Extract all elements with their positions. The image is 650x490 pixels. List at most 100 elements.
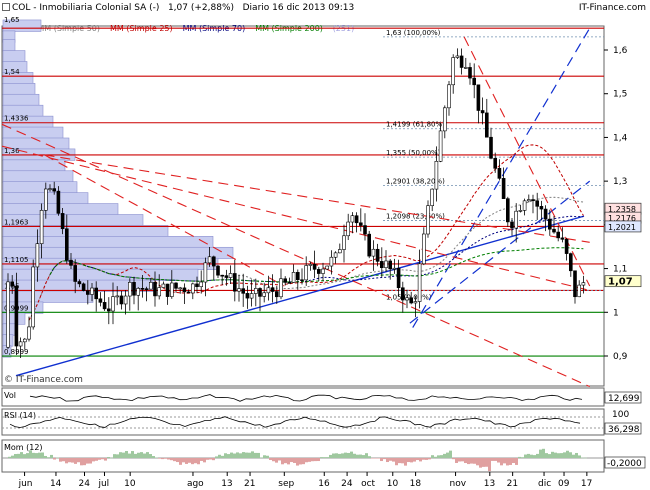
candle-body (22, 338, 27, 343)
momentum-bar (485, 458, 488, 467)
candle-body (493, 157, 498, 169)
momentum-bar (563, 452, 566, 458)
momentum-bar (179, 458, 182, 465)
momentum-bar (206, 458, 209, 460)
candle-body (350, 215, 355, 223)
candle-body (237, 288, 241, 292)
candle-body (560, 237, 565, 240)
candle-body (442, 107, 447, 132)
momentum-bar (377, 458, 380, 459)
momentum-bar (170, 458, 173, 461)
candle-body (321, 268, 325, 274)
momentum-bar (224, 453, 227, 458)
candle-body (195, 283, 199, 288)
candle-body (388, 260, 393, 270)
candle-body (10, 281, 14, 287)
candle-body (325, 265, 330, 270)
x-tick-label: ago (187, 479, 204, 489)
y-tick-label: 1 (613, 308, 619, 318)
momentum-bar (518, 456, 521, 458)
momentum-bar (533, 455, 536, 458)
momentum-bar (353, 453, 356, 458)
candle-body (178, 287, 182, 290)
candle-body (6, 281, 10, 348)
candle-body (174, 282, 178, 289)
candle-body (400, 287, 405, 301)
candle-body (480, 110, 485, 114)
candle-body (48, 188, 52, 190)
candle-body (115, 295, 119, 298)
candle-body (52, 188, 57, 192)
candle-body (258, 288, 262, 297)
candle-body (300, 279, 304, 282)
momentum-title: Mom (12) (4, 443, 43, 452)
momentum-bar (476, 458, 479, 466)
momentum-bar (332, 453, 335, 458)
candle-body (65, 228, 69, 261)
candle-body (119, 295, 124, 305)
level-label: 1,355 (50,00%) (386, 149, 441, 157)
candle-body (543, 208, 548, 220)
volume-profile-bar (2, 159, 66, 172)
candle-body (123, 295, 128, 305)
x-tick-label: jul (97, 479, 109, 489)
momentum-bar (374, 458, 377, 459)
candle-body (60, 213, 65, 230)
momentum-bar (71, 458, 74, 463)
volume-profile-bar (2, 126, 64, 139)
momentum-bar (80, 458, 83, 466)
momentum-bar (23, 454, 26, 458)
momentum-bar (434, 456, 437, 458)
candle-body (153, 281, 157, 297)
candle-body (505, 198, 510, 223)
momentum-bar (203, 458, 206, 463)
candle-body (224, 275, 229, 278)
candle-body (279, 278, 283, 298)
momentum-bar (581, 457, 584, 459)
candle-body (144, 288, 149, 290)
candle-body (384, 260, 388, 269)
candle-body (476, 84, 481, 111)
momentum-bar (83, 458, 86, 466)
momentum-bar (347, 452, 350, 458)
momentum-bar (299, 458, 302, 465)
momentum-bar (455, 458, 458, 463)
momentum-bar (65, 458, 68, 464)
candle-body (375, 248, 380, 262)
volume-profile-bar (2, 170, 74, 183)
momentum-bar (335, 453, 338, 458)
candle-body (426, 205, 430, 235)
momentum-bar (41, 452, 44, 458)
candle-body (241, 288, 245, 294)
x-tick-label: 10 (124, 479, 136, 489)
momentum-bar (344, 452, 347, 458)
candle-body (56, 190, 61, 214)
candle-body (212, 256, 216, 267)
momentum-bar (584, 457, 587, 459)
candle-body (182, 287, 187, 293)
momentum-bar (131, 451, 134, 458)
momentum-bar (77, 458, 80, 463)
momentum-bar (317, 458, 320, 462)
level-label: 1,4199 (61,80%) (386, 121, 445, 129)
momentum-bar (233, 453, 236, 458)
candle-body (346, 221, 351, 237)
momentum-bar (410, 458, 413, 463)
candle-body (421, 233, 426, 265)
momentum-bar (320, 457, 323, 458)
candle-body (274, 291, 279, 298)
momentum-bar (155, 457, 158, 459)
candle-body (568, 253, 573, 272)
momentum-bar (431, 455, 434, 458)
momentum-bar (185, 458, 188, 464)
momentum-bar (572, 454, 575, 458)
candle-body (228, 273, 233, 278)
candle-body (577, 284, 582, 298)
candle-body (573, 270, 577, 298)
momentum-bar (116, 454, 119, 458)
volume-profile-bar (2, 236, 214, 249)
candle-body (249, 293, 254, 299)
momentum-bar (209, 458, 212, 460)
momentum-bar (164, 458, 167, 459)
x-tick-label: 09 (558, 479, 570, 489)
